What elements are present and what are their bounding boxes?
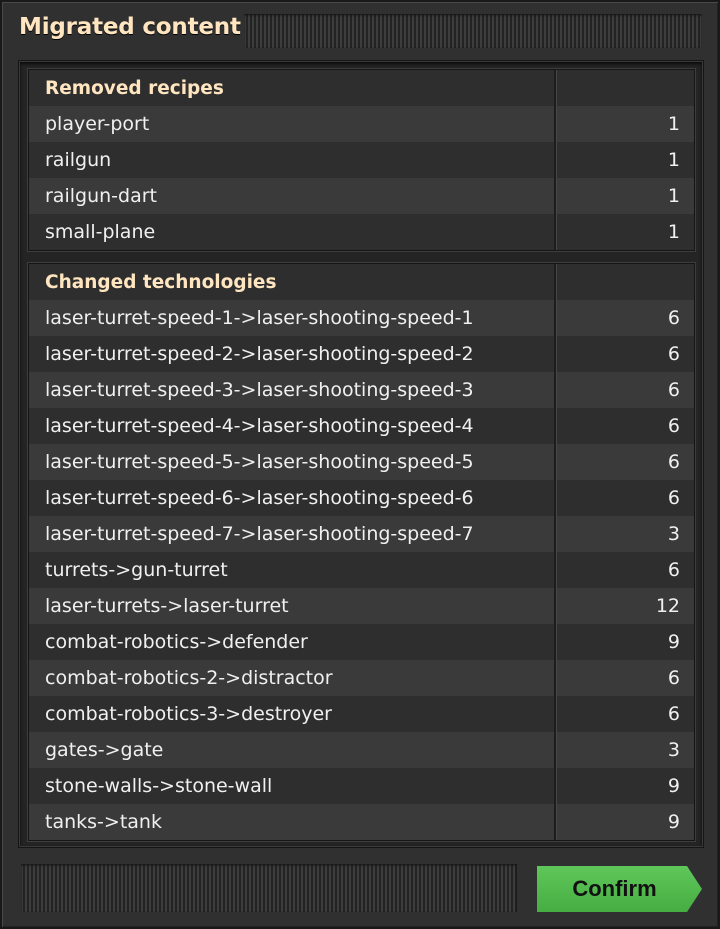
row-count: 1 — [667, 221, 680, 243]
title-bar: Migrated content — [2, 2, 718, 58]
table-row: small-plane 1 — [29, 214, 694, 250]
changed-technologies-table: Changed technologies laser-turret-speed-1… — [28, 263, 695, 841]
table-header-row: Changed technologies — [29, 264, 694, 300]
table-header-count — [556, 264, 694, 300]
row-count: 6 — [667, 343, 680, 365]
migrated-content-dialog: Migrated content Removed recipes player-p… — [0, 0, 720, 929]
row-name: combat-robotics-3->destroyer — [29, 696, 556, 732]
row-name: railgun-dart — [29, 178, 556, 214]
row-name: player-port — [29, 106, 556, 142]
table-row: tanks->tank 9 — [29, 804, 694, 840]
row-count: 6 — [667, 487, 680, 509]
row-count: 6 — [667, 379, 680, 401]
row-name: laser-turret-speed-7->laser-shooting-spe… — [29, 516, 556, 552]
table-row: laser-turret-speed-6->laser-shooting-spe… — [29, 480, 694, 516]
row-name: laser-turret-speed-2->laser-shooting-spe… — [29, 336, 556, 372]
table-header-count — [556, 70, 694, 106]
table-row: laser-turret-speed-5->laser-shooting-spe… — [29, 444, 694, 480]
table-header: Removed recipes — [29, 70, 556, 106]
table-row: laser-turret-speed-7->laser-shooting-spe… — [29, 516, 694, 552]
row-count: 6 — [667, 703, 680, 725]
row-name: laser-turret-speed-4->laser-shooting-spe… — [29, 408, 556, 444]
table-row: laser-turrets->laser-turret 12 — [29, 588, 694, 624]
table-row: combat-robotics-3->destroyer 6 — [29, 696, 694, 732]
row-name: laser-turret-speed-6->laser-shooting-spe… — [29, 480, 556, 516]
row-name: tanks->tank — [29, 804, 556, 840]
table-row: laser-turret-speed-1->laser-shooting-spe… — [29, 300, 694, 336]
confirm-button[interactable]: Confirm — [537, 866, 702, 912]
row-count: 3 — [667, 739, 680, 761]
table-row: turrets->gun-turret 6 — [29, 552, 694, 588]
table-header: Changed technologies — [29, 264, 556, 300]
table-row: combat-robotics-2->distractor 6 — [29, 660, 694, 696]
row-name: stone-walls->stone-wall — [29, 768, 556, 804]
table-row: stone-walls->stone-wall 9 — [29, 768, 694, 804]
table-row: laser-turret-speed-2->laser-shooting-spe… — [29, 336, 694, 372]
row-count: 9 — [667, 631, 680, 653]
removed-recipes-table: Removed recipes player-port 1 railgun 1 railg… — [28, 69, 695, 251]
row-name: laser-turret-speed-5->laser-shooting-spe… — [29, 444, 556, 480]
footer-drag-handle[interactable] — [21, 864, 517, 912]
row-count: 9 — [667, 811, 680, 833]
row-count: 1 — [667, 185, 680, 207]
row-count: 6 — [667, 667, 680, 689]
row-name: railgun — [29, 142, 556, 178]
row-name: gates->gate — [29, 732, 556, 768]
row-count: 6 — [667, 415, 680, 437]
table-row: combat-robotics->defender 9 — [29, 624, 694, 660]
row-name: laser-turret-speed-3->laser-shooting-spe… — [29, 372, 556, 408]
migration-list-panel: Removed recipes player-port 1 railgun 1 railg… — [18, 60, 704, 848]
table-row: gates->gate 3 — [29, 732, 694, 768]
row-name: laser-turret-speed-1->laser-shooting-spe… — [29, 300, 556, 336]
row-name: small-plane — [29, 214, 556, 250]
row-count: 1 — [667, 149, 680, 171]
table-row: railgun 1 — [29, 142, 694, 178]
row-count: 6 — [667, 451, 680, 473]
table-row: laser-turret-speed-3->laser-shooting-spe… — [29, 372, 694, 408]
table-row: laser-turret-speed-4->laser-shooting-spe… — [29, 408, 694, 444]
row-name: turrets->gun-turret — [29, 552, 556, 588]
row-name: combat-robotics-2->distractor — [29, 660, 556, 696]
row-count: 6 — [667, 307, 680, 329]
dialog-title: Migrated content — [19, 14, 241, 40]
row-count: 12 — [655, 595, 680, 617]
row-count: 1 — [667, 113, 680, 135]
title-drag-handle[interactable] — [244, 14, 702, 48]
table-header-row: Removed recipes — [29, 70, 694, 106]
confirm-button-label: Confirm — [572, 876, 657, 901]
table-row: railgun-dart 1 — [29, 178, 694, 214]
table-row: player-port 1 — [29, 106, 694, 142]
row-count: 3 — [667, 523, 680, 545]
row-count: 6 — [667, 559, 680, 581]
row-name: combat-robotics->defender — [29, 624, 556, 660]
row-count: 9 — [667, 775, 680, 797]
row-name: laser-turrets->laser-turret — [29, 588, 556, 624]
